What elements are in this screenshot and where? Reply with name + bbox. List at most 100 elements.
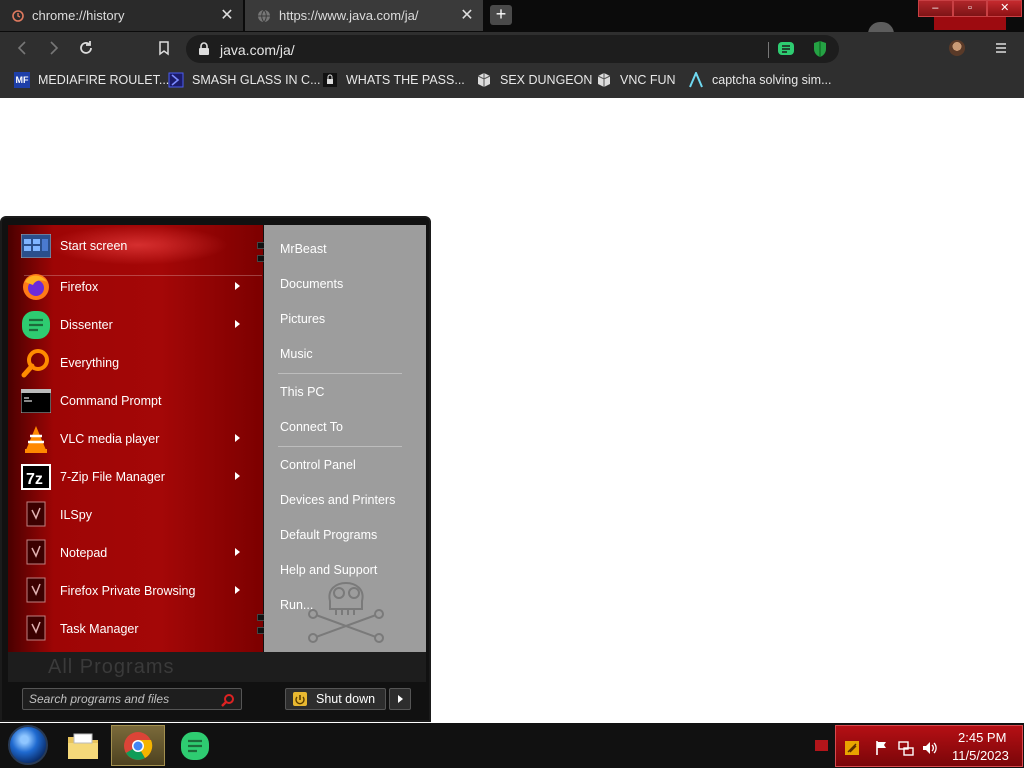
bookmark-smash-glass[interactable]: SMASH GLASS IN C... (168, 72, 321, 88)
tab-history[interactable]: chrome://history ✕ (0, 0, 243, 31)
menu-item-label: Task Manager (60, 622, 139, 636)
maximize-button[interactable]: ▫ (952, 0, 988, 17)
place-control-panel[interactable]: Control Panel (280, 458, 356, 472)
menu-item-label: Start screen (60, 239, 128, 253)
close-icon[interactable]: ✕ (219, 7, 235, 24)
tab-java[interactable]: https://www.java.com/ja/ ✕ (245, 0, 483, 31)
menu-item-notepad[interactable]: Notepad (20, 535, 254, 571)
place-this-pc[interactable]: This PC (280, 385, 324, 399)
place-pictures[interactable]: Pictures (280, 312, 325, 326)
separator (768, 42, 769, 58)
lock-icon[interactable] (198, 42, 210, 56)
reload-icon[interactable] (78, 40, 94, 56)
place-devices-printers[interactable]: Devices and Printers (280, 493, 395, 507)
place-documents[interactable]: Documents (280, 277, 343, 291)
magnifier-icon (20, 347, 52, 379)
menu-item-label: Firefox Private Browsing (60, 584, 196, 598)
bookmark-label: WHATS THE PASS... (346, 73, 465, 87)
minimize-button[interactable]: – (918, 0, 953, 17)
taskbar-chrome[interactable] (111, 725, 165, 766)
taskbar-dissenter[interactable] (168, 725, 222, 766)
bookmark-star-icon[interactable] (156, 40, 172, 56)
volume-icon[interactable] (922, 740, 938, 756)
shutdown-label: Shut down (316, 692, 376, 706)
menu-item-firefox-private[interactable]: Firefox Private Browsing (20, 573, 254, 609)
all-programs-button[interactable]: All Programs (8, 652, 426, 682)
firefox-icon (20, 271, 52, 303)
tray-app-icon[interactable] (844, 740, 860, 756)
menu-item-label: Dissenter (60, 318, 113, 332)
submenu-arrow-icon (235, 282, 240, 290)
smash-glass-icon (168, 72, 184, 88)
menu-item-dissenter[interactable]: Dissenter (20, 307, 254, 343)
avatar[interactable] (949, 40, 965, 56)
search-box[interactable] (22, 688, 242, 710)
menu-item-label: 7-Zip File Manager (60, 470, 165, 484)
close-icon[interactable]: ✕ (459, 7, 475, 24)
menu-item-ilspy[interactable]: ILSpy (20, 497, 254, 533)
menu-item-label: VLC media player (60, 432, 160, 446)
place-default-programs[interactable]: Default Programs (280, 528, 377, 542)
submenu-arrow-icon (235, 586, 240, 594)
dissenter-icon (181, 731, 209, 760)
bookmark-label: SMASH GLASS IN C... (192, 73, 321, 87)
globe-icon (258, 9, 270, 22)
search-icon[interactable] (221, 693, 235, 707)
bookmark-label: SEX DUNGEON (500, 73, 593, 87)
forward-icon[interactable] (46, 40, 62, 56)
separator (278, 373, 402, 374)
history-icon (12, 9, 24, 22)
place-help-support[interactable]: Help and Support (280, 563, 377, 577)
new-tab-button[interactable]: + (490, 5, 512, 25)
clock-date[interactable]: 11/5/2023 (952, 748, 1009, 763)
bookmark-sex-dungeon[interactable]: SEX DUNGEON (476, 72, 592, 88)
menu-icon[interactable] (995, 41, 1007, 55)
app-icon (20, 613, 52, 645)
menu-item-label: ILSpy (60, 508, 92, 522)
menu-item-everything[interactable]: Everything (20, 345, 254, 381)
bookmark-label: VNC FUN (620, 73, 676, 87)
window-controls: – ▫ ✕ (918, 0, 1023, 17)
cube-icon (597, 73, 611, 87)
bookmarks-bar: MF MEDIAFIRE ROULET... SMASH GLASS IN C.… (0, 65, 1024, 98)
menu-item-7zip[interactable]: 7z 7-Zip File Manager (20, 459, 254, 495)
bookmark-captcha[interactable]: captcha solving sim... (688, 72, 832, 88)
taskbar-explorer[interactable] (56, 725, 110, 766)
bookmark-label: captcha solving sim... (712, 73, 832, 87)
menu-item-task-manager[interactable]: Task Manager (20, 611, 254, 647)
shutdown-button[interactable]: Shut down (285, 688, 386, 710)
menu-item-label: Notepad (60, 546, 108, 560)
bookmark-vnc-fun[interactable]: VNC FUN (596, 72, 676, 88)
url-text[interactable]: java.com/ja/ (220, 42, 295, 58)
menu-item-firefox[interactable]: Firefox (20, 269, 254, 305)
start-button[interactable] (8, 725, 48, 765)
shield-extension-icon[interactable] (812, 40, 828, 58)
bookmark-whats-the-pass[interactable]: WHATS THE PASS... (322, 72, 465, 88)
menu-item-start-screen[interactable]: Start screen (20, 228, 254, 264)
place-run[interactable]: Run... (280, 598, 313, 612)
window-decoration (934, 17, 1006, 30)
back-icon[interactable] (14, 40, 30, 56)
bookmark-mediafire[interactable]: MF MEDIAFIRE ROULET... (14, 72, 169, 88)
tab-strip: chrome://history ✕ https://www.java.com/… (0, 0, 1024, 34)
places-panel: MrBeast Documents Pictures Music This PC… (264, 225, 426, 652)
action-center-flag-icon[interactable] (874, 740, 890, 756)
chrome-icon (124, 731, 153, 760)
notification-icon[interactable] (815, 740, 828, 751)
shutdown-options-button[interactable] (389, 688, 411, 710)
vlc-icon (20, 423, 52, 455)
menu-item-command-prompt[interactable]: Command Prompt (20, 383, 254, 419)
search-input[interactable] (29, 692, 209, 706)
place-connect-to[interactable]: Connect To (280, 420, 343, 434)
clock-time[interactable]: 2:45 PM (958, 730, 1006, 745)
place-user[interactable]: MrBeast (280, 242, 327, 256)
address-bar[interactable]: java.com/ja/ (186, 35, 839, 63)
close-window-button[interactable]: ✕ (987, 0, 1023, 17)
place-music[interactable]: Music (280, 347, 313, 361)
system-tray: 2:45 PM 11/5/2023 (835, 725, 1023, 767)
mediafire-icon: MF (14, 72, 30, 88)
submenu-arrow-icon (235, 472, 240, 480)
dissenter-extension-icon[interactable] (777, 41, 795, 57)
menu-item-vlc[interactable]: VLC media player (20, 421, 254, 457)
network-icon[interactable] (898, 740, 914, 756)
